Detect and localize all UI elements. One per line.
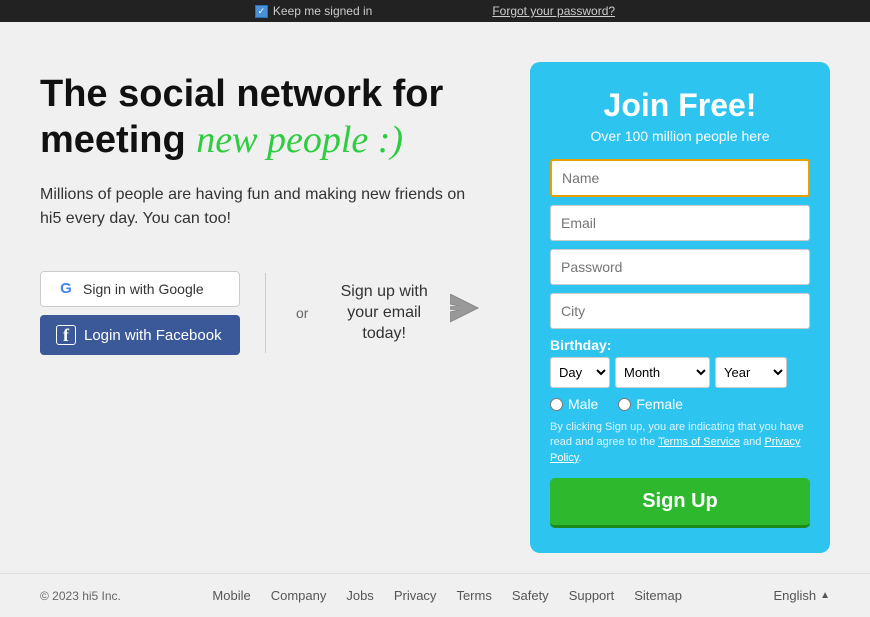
social-area: G Sign in with Google f Login with Faceb… <box>40 271 490 355</box>
signup-button[interactable]: Sign Up <box>550 478 810 528</box>
birthday-label: Birthday: <box>550 337 810 353</box>
keep-signed-label: Keep me signed in <box>273 4 372 18</box>
month-select[interactable]: Month JanuaryFebruaryMarchApril MayJuneJ… <box>615 357 710 388</box>
facebook-icon: f <box>56 325 76 345</box>
or-text: or <box>296 305 308 321</box>
footer-link-safety[interactable]: Safety <box>512 588 549 603</box>
password-input[interactable] <box>550 249 810 285</box>
keep-signed-checkbox[interactable]: ✓ <box>255 5 268 18</box>
terms-of-service-link[interactable]: Terms of Service <box>658 436 740 448</box>
female-radio[interactable] <box>618 398 631 411</box>
main-content: The social network for meeting new peopl… <box>0 22 870 573</box>
left-side: The social network for meeting new peopl… <box>40 62 490 355</box>
vertical-divider <box>265 273 266 353</box>
google-icon: G <box>57 280 75 298</box>
email-input[interactable] <box>550 205 810 241</box>
signup-email-text: Sign up with your email today! <box>328 282 440 344</box>
terms-text: By clicking Sign up, you are indicating … <box>550 420 810 466</box>
headline-cursive: new people :) <box>196 119 403 161</box>
keep-signed-in-area: ✓ Keep me signed in <box>255 4 372 18</box>
top-bar: ✓ Keep me signed in Forgot your password… <box>0 0 870 22</box>
footer-link-sitemap[interactable]: Sitemap <box>634 588 682 603</box>
footer-copyright: © 2023 hi5 Inc. <box>40 589 121 603</box>
headline-part1: The social network for <box>40 73 443 115</box>
footer-language[interactable]: English ▲ <box>773 588 830 603</box>
forgot-password-link[interactable]: Forgot your password? <box>492 4 615 18</box>
google-btn-label: Sign in with Google <box>83 281 204 297</box>
footer-link-jobs[interactable]: Jobs <box>346 588 373 603</box>
day-select[interactable]: Day 12345 678910 1112131415 1617181920 2… <box>550 357 610 388</box>
footer: © 2023 hi5 Inc. Mobile Company Jobs Priv… <box>0 573 870 617</box>
footer-link-privacy[interactable]: Privacy <box>394 588 437 603</box>
footer-link-support[interactable]: Support <box>569 588 615 603</box>
join-box: Join Free! Over 100 million people here … <box>530 62 830 553</box>
facebook-login-button[interactable]: f Login with Facebook <box>40 315 240 355</box>
language-arrow-icon: ▲ <box>820 590 830 601</box>
join-title: Join Free! <box>550 87 810 124</box>
headline: The social network for meeting new peopl… <box>40 72 490 163</box>
headline-meeting: meeting <box>40 119 196 161</box>
female-option[interactable]: Female <box>618 396 683 412</box>
signup-email-area: Sign up with your email today! <box>328 282 490 344</box>
gender-row: Male Female <box>550 396 810 412</box>
male-radio[interactable] <box>550 398 563 411</box>
year-select[interactable]: Year 2005200420032002 2001200019991998 1… <box>715 357 787 388</box>
footer-link-mobile[interactable]: Mobile <box>212 588 250 603</box>
facebook-btn-label: Login with Facebook <box>84 327 222 344</box>
subtext: Millions of people are having fun and ma… <box>40 183 490 231</box>
male-option[interactable]: Male <box>550 396 598 412</box>
city-input[interactable] <box>550 293 810 329</box>
google-signin-button[interactable]: G Sign in with Google <box>40 271 240 307</box>
name-input[interactable] <box>550 159 810 197</box>
footer-links: Mobile Company Jobs Privacy Terms Safety… <box>212 588 682 603</box>
male-label: Male <box>568 396 598 412</box>
arrow-right-icon <box>450 294 490 333</box>
join-subtitle: Over 100 million people here <box>550 128 810 144</box>
female-label: Female <box>636 396 683 412</box>
social-buttons: G Sign in with Google f Login with Faceb… <box>40 271 240 355</box>
birthday-selects: Day 12345 678910 1112131415 1617181920 2… <box>550 357 810 388</box>
footer-link-terms[interactable]: Terms <box>456 588 491 603</box>
footer-link-company[interactable]: Company <box>271 588 327 603</box>
forgot-password-area: Forgot your password? <box>492 4 615 18</box>
